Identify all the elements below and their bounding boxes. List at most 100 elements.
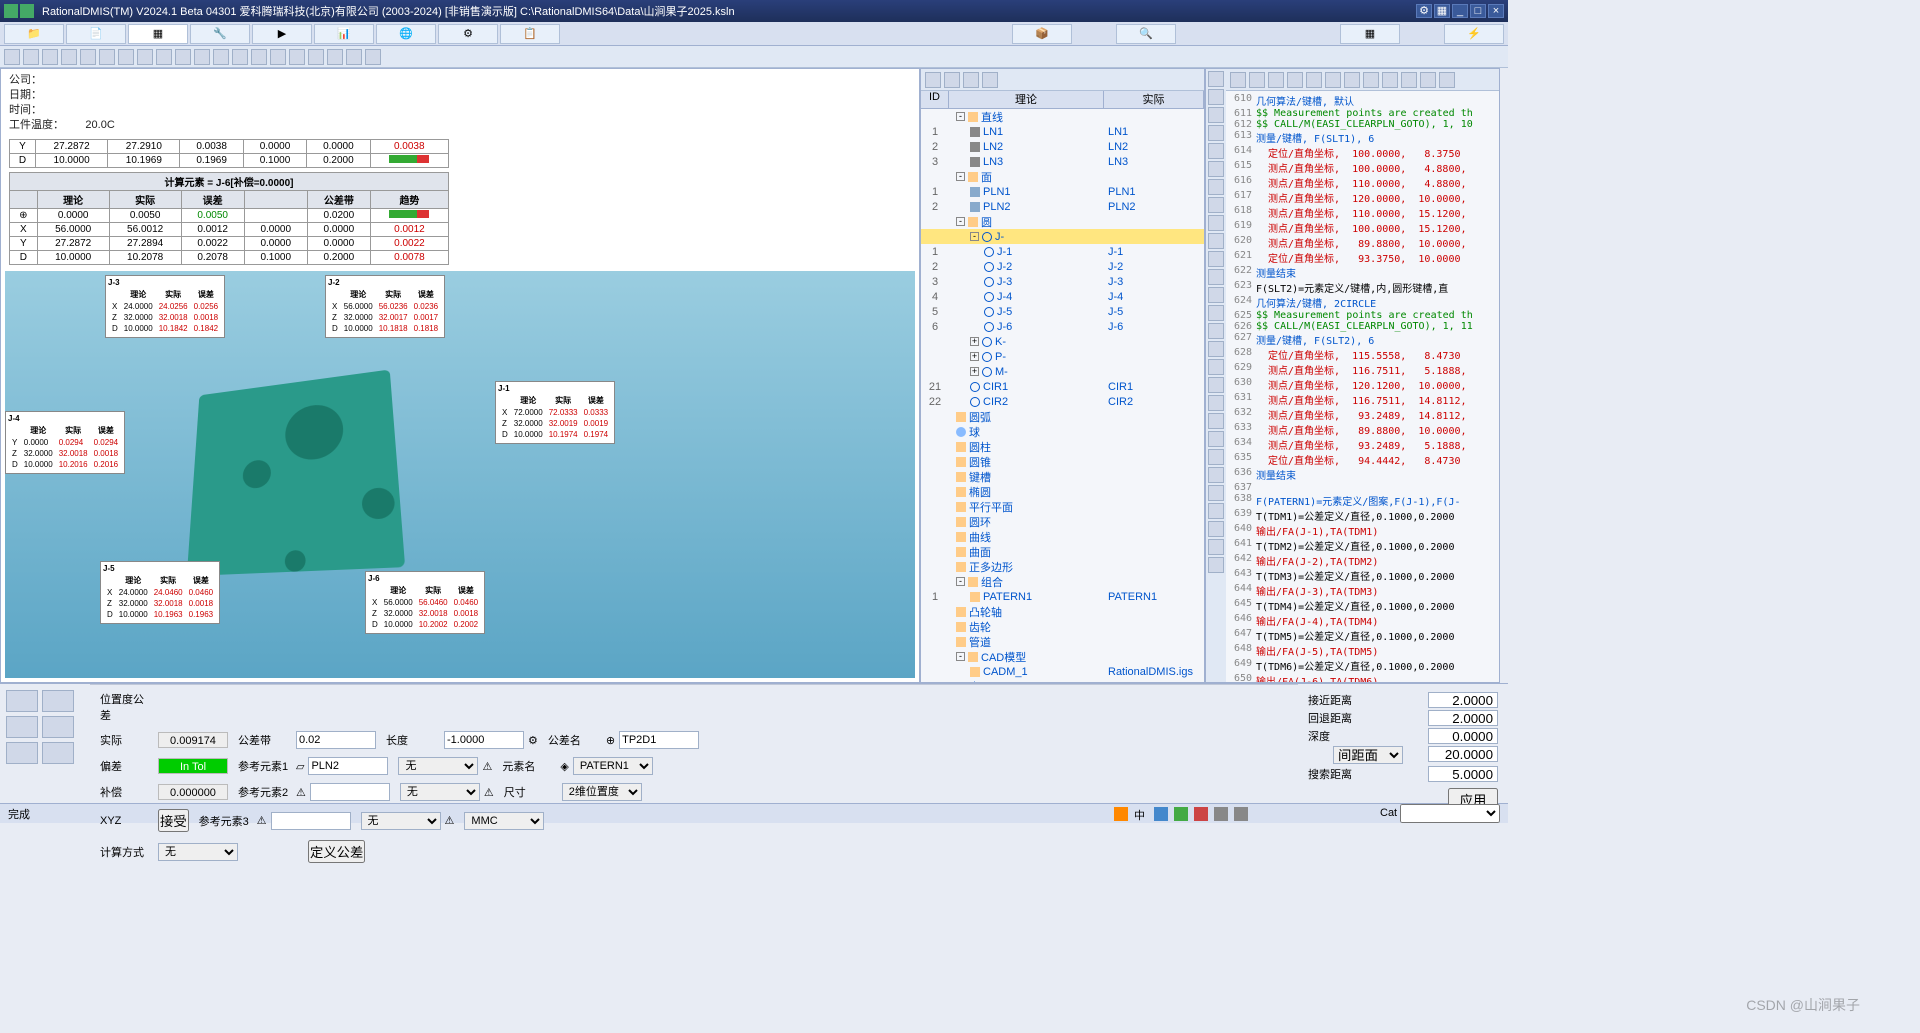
code-btn[interactable]	[1208, 143, 1224, 159]
tb-icon[interactable]	[194, 49, 210, 65]
tree-row[interactable]: 键槽	[921, 469, 1204, 484]
mode-btn[interactable]	[6, 716, 38, 738]
calc-select[interactable]: 无	[158, 843, 238, 861]
tree-row[interactable]: 3LN3LN3	[921, 154, 1204, 169]
code-btn[interactable]	[1208, 89, 1224, 105]
gear-icon[interactable]: ⚙	[528, 734, 538, 747]
tree-row[interactable]: 圆锥	[921, 454, 1204, 469]
ref2-input[interactable]	[310, 783, 390, 801]
mode-btn[interactable]	[42, 716, 74, 738]
tb-icon[interactable]	[289, 49, 305, 65]
code-btn[interactable]	[1208, 71, 1224, 87]
ft-icon[interactable]	[963, 72, 979, 88]
tb-icon[interactable]	[42, 49, 58, 65]
ct-icon[interactable]	[1363, 72, 1379, 88]
tb-icon[interactable]	[175, 49, 191, 65]
ct-icon[interactable]	[1249, 72, 1265, 88]
tree-row[interactable]: 圆弧	[921, 409, 1204, 424]
tb-icon[interactable]	[61, 49, 77, 65]
code-btn[interactable]	[1208, 485, 1224, 501]
tree-row[interactable]: -圆	[921, 214, 1204, 229]
status-select[interactable]	[1400, 804, 1500, 823]
code-btn[interactable]	[1208, 557, 1224, 573]
code-btn[interactable]	[1208, 467, 1224, 483]
ime-label[interactable]: 中	[1134, 807, 1148, 821]
code-btn[interactable]	[1208, 431, 1224, 447]
ime-icon[interactable]	[1114, 807, 1128, 821]
search-input[interactable]	[1428, 766, 1498, 782]
tree-row[interactable]: +M-	[921, 364, 1204, 379]
tb-icon[interactable]	[156, 49, 172, 65]
code-btn[interactable]	[1208, 539, 1224, 555]
status-icon[interactable]	[1174, 807, 1188, 821]
depth-input[interactable]	[1428, 728, 1498, 744]
tab[interactable]: 📋	[500, 24, 560, 44]
ct-icon[interactable]	[1306, 72, 1322, 88]
tb-icon[interactable]	[251, 49, 267, 65]
code-btn[interactable]	[1208, 395, 1224, 411]
tab-right[interactable]: 🔍	[1116, 24, 1176, 44]
ft-icon[interactable]	[944, 72, 960, 88]
tab-active[interactable]: ▦	[128, 24, 188, 44]
tb-icon[interactable]	[213, 49, 229, 65]
ref1-input[interactable]	[308, 757, 388, 775]
code-btn[interactable]	[1208, 341, 1224, 357]
tree-row[interactable]: 5J-5J-5	[921, 304, 1204, 319]
none-select-2[interactable]: 无	[400, 783, 480, 801]
mode-btn[interactable]	[42, 690, 74, 712]
ct-icon[interactable]	[1230, 72, 1246, 88]
code-btn[interactable]	[1208, 323, 1224, 339]
tree-row[interactable]: 2J-2J-2	[921, 259, 1204, 274]
status-icon[interactable]	[1234, 807, 1248, 821]
maximize-button[interactable]: □	[1470, 4, 1486, 18]
ft-icon[interactable]	[925, 72, 941, 88]
tree-row[interactable]: -直线	[921, 109, 1204, 124]
tab[interactable]: ⚙	[438, 24, 498, 44]
tree-row[interactable]: 1LN1LN1	[921, 124, 1204, 139]
tree-row[interactable]: 2PLN2PLN2	[921, 199, 1204, 214]
feature-tree[interactable]: -直线1LN1LN12LN2LN23LN3LN3-面1PLN1PLN12PLN2…	[921, 109, 1204, 682]
tree-row[interactable]: -CAD模型	[921, 649, 1204, 664]
code-btn[interactable]	[1208, 413, 1224, 429]
tree-row[interactable]: 1PLN1PLN1	[921, 184, 1204, 199]
tree-row[interactable]: 管道	[921, 634, 1204, 649]
length-input[interactable]	[444, 731, 524, 749]
ct-icon[interactable]	[1439, 72, 1455, 88]
status-icon[interactable]	[1194, 807, 1208, 821]
code-btn[interactable]	[1208, 287, 1224, 303]
tree-row[interactable]: +K-	[921, 334, 1204, 349]
tb-icon[interactable]	[23, 49, 39, 65]
code-editor[interactable]: 610几何算法/键槽, 默认611$$ Measurement points a…	[1226, 91, 1499, 682]
code-btn[interactable]	[1208, 107, 1224, 123]
mmc-select[interactable]: MMC	[464, 812, 544, 830]
tree-row[interactable]: +P-	[921, 349, 1204, 364]
code-btn[interactable]	[1208, 359, 1224, 375]
tb-icon[interactable]	[99, 49, 115, 65]
code-btn[interactable]	[1208, 269, 1224, 285]
approach-input[interactable]	[1428, 692, 1498, 708]
close-button[interactable]: ×	[1488, 4, 1504, 18]
minimize-button[interactable]: _	[1452, 4, 1468, 18]
ct-icon[interactable]	[1287, 72, 1303, 88]
tab-right[interactable]: 📦	[1012, 24, 1072, 44]
tolname-input[interactable]	[619, 731, 699, 749]
dim-select[interactable]: 2维位置度	[562, 783, 642, 801]
tb-icon[interactable]	[4, 49, 20, 65]
tab[interactable]: 🌐	[376, 24, 436, 44]
tb-icon[interactable]	[118, 49, 134, 65]
tolband-input[interactable]	[296, 731, 376, 749]
code-btn[interactable]	[1208, 377, 1224, 393]
tree-row[interactable]: 3J-3J-3	[921, 274, 1204, 289]
tree-row[interactable]: 1J-1J-1	[921, 244, 1204, 259]
tree-row[interactable]: 齿轮	[921, 619, 1204, 634]
tree-row[interactable]: -组合	[921, 574, 1204, 589]
code-btn[interactable]	[1208, 233, 1224, 249]
tree-row[interactable]: 曲面	[921, 544, 1204, 559]
elname-select[interactable]: PATERN1	[573, 757, 653, 775]
tab[interactable]: ▶	[252, 24, 312, 44]
tb-icon[interactable]	[346, 49, 362, 65]
tree-row[interactable]: 球	[921, 424, 1204, 439]
mode-btn[interactable]	[42, 742, 74, 764]
tree-row[interactable]: 点云	[921, 679, 1204, 682]
tool-icon-2[interactable]: ▦	[1434, 4, 1450, 18]
